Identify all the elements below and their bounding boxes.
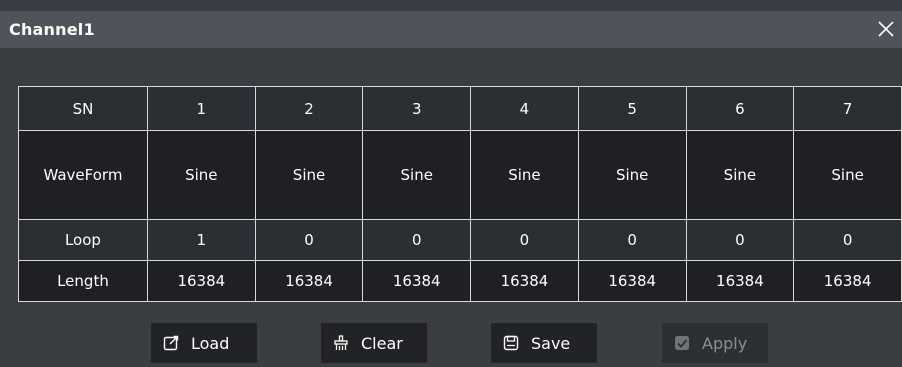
- row-label-loop: Loop: [18, 219, 148, 261]
- loop-cell[interactable]: 0: [470, 219, 579, 261]
- load-icon: [163, 335, 179, 351]
- save-button[interactable]: Save: [491, 323, 597, 363]
- loop-cell[interactable]: 0: [793, 219, 902, 261]
- table-header-row: SN 1 2 3 4 5 6 7: [18, 86, 902, 131]
- load-button-label: Load: [191, 333, 230, 353]
- clear-icon: [334, 335, 348, 350]
- header-cell-7: 7: [793, 86, 902, 131]
- length-cell[interactable]: 16384: [470, 260, 579, 302]
- header-cell-1: 1: [146, 86, 256, 131]
- loop-cell[interactable]: 1: [146, 219, 256, 261]
- clear-button[interactable]: Clear: [321, 323, 427, 363]
- header-cell-6: 6: [685, 86, 795, 131]
- clear-button-label: Clear: [361, 333, 403, 353]
- loop-cell[interactable]: 0: [254, 219, 364, 261]
- header-cell-4: 4: [470, 86, 579, 131]
- waveform-cell[interactable]: Sine: [793, 130, 902, 220]
- row-label-waveform: WaveForm: [18, 130, 148, 220]
- length-cell[interactable]: 16384: [577, 260, 687, 302]
- waveform-cell[interactable]: Sine: [254, 130, 364, 220]
- loop-cell[interactable]: 0: [577, 219, 687, 261]
- table-row-length: Length 16384 16384 16384 16384 16384 163…: [18, 260, 902, 302]
- table-row-loop: Loop 1 0 0 0 0 0 0: [18, 219, 902, 261]
- length-cell[interactable]: 16384: [362, 260, 472, 302]
- header-cell-2: 2: [254, 86, 364, 131]
- waveform-cell[interactable]: Sine: [470, 130, 579, 220]
- loop-cell[interactable]: 0: [362, 219, 472, 261]
- length-cell[interactable]: 16384: [254, 260, 364, 302]
- apply-button[interactable]: Apply: [662, 323, 768, 363]
- loop-cell[interactable]: 0: [685, 219, 795, 261]
- table-row-waveform: WaveForm Sine Sine Sine Sine Sine Sine S…: [18, 130, 902, 220]
- waveform-cell[interactable]: Sine: [146, 130, 256, 220]
- dialog-titlebar: Channel1: [0, 11, 902, 48]
- row-label-length: Length: [18, 260, 148, 302]
- load-button[interactable]: Load: [151, 323, 257, 363]
- waveform-cell[interactable]: Sine: [362, 130, 472, 220]
- dialog-title: Channel1: [9, 20, 95, 39]
- length-cell[interactable]: 16384: [146, 260, 256, 302]
- waveform-cell[interactable]: Sine: [685, 130, 795, 220]
- header-cell-sn: SN: [18, 86, 148, 131]
- save-button-label: Save: [531, 333, 571, 353]
- waveform-cell[interactable]: Sine: [577, 130, 687, 220]
- length-cell[interactable]: 16384: [685, 260, 795, 302]
- apply-button-label: Apply: [702, 333, 748, 353]
- save-icon: [503, 335, 519, 351]
- length-cell[interactable]: 16384: [793, 260, 902, 302]
- top-strip: [0, 0, 902, 11]
- apply-check-icon: [675, 336, 689, 350]
- header-cell-3: 3: [362, 86, 472, 131]
- header-cell-5: 5: [577, 86, 687, 131]
- channel-table: SN 1 2 3 4 5 6 7 WaveForm Sine Sine Sine…: [18, 86, 902, 302]
- close-icon[interactable]: [876, 19, 896, 39]
